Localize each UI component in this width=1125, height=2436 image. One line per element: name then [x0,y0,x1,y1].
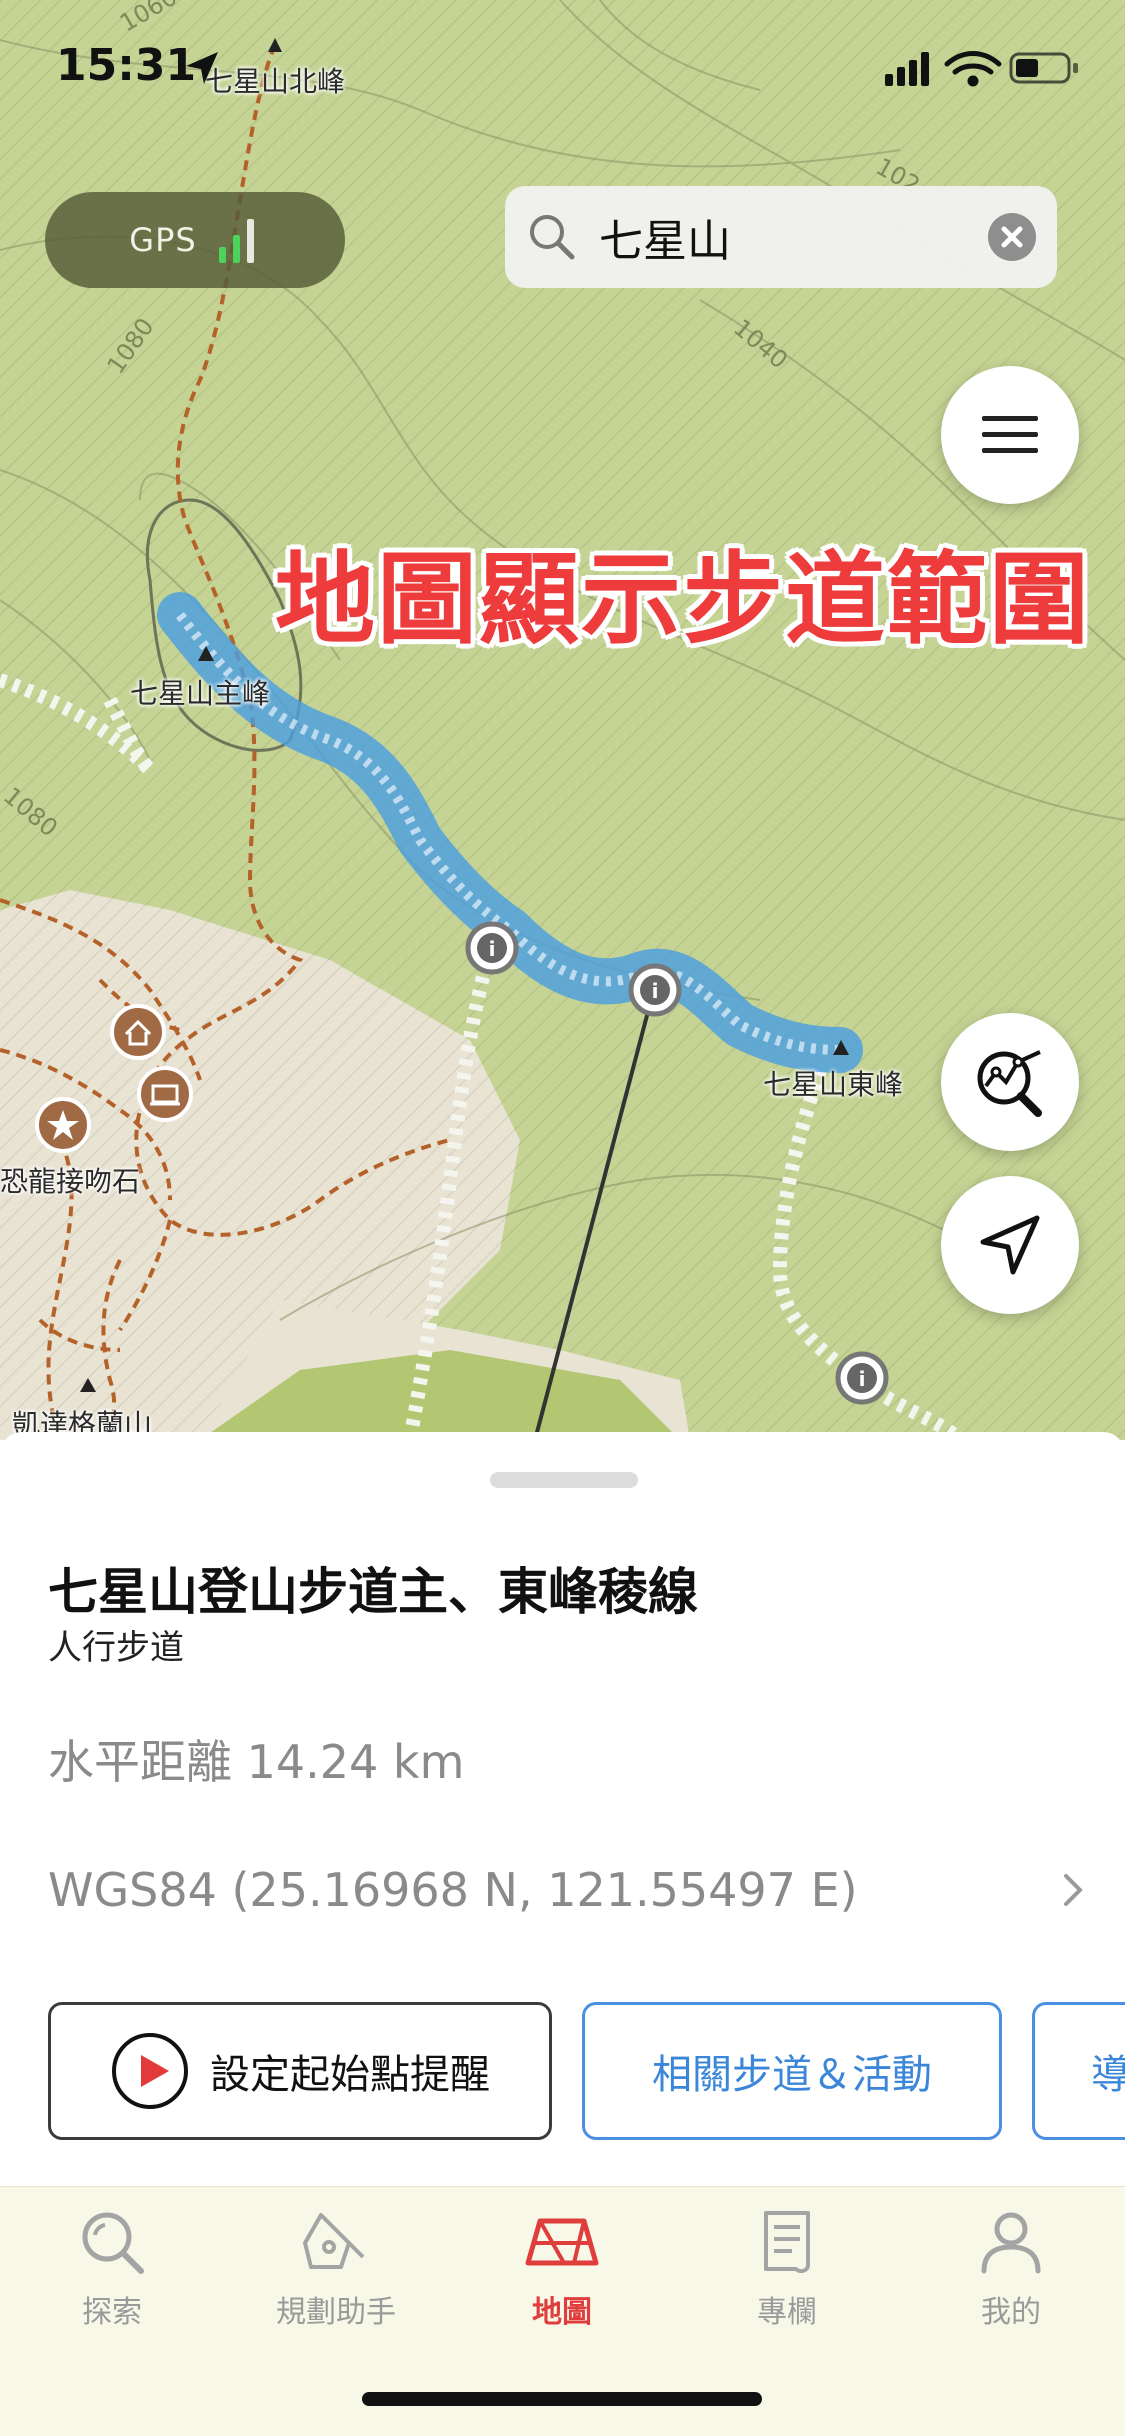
tab-label: 規劃助手 [276,2295,396,2330]
signal-icon [885,52,929,86]
house-poi-icon[interactable] [110,1004,166,1060]
tab-label: 探索 [82,2295,142,2330]
trail-distance: 水平距離 14.24 km [48,1735,465,1789]
info-marker[interactable]: i [628,963,682,1017]
clear-search-icon[interactable] [987,212,1037,262]
trail-detail-sheet: 七星山登山步道主、東峰稜線 人行步道 水平距離 14.24 km WGS84 (… [0,1432,1125,2192]
search-bar[interactable]: 七星山 [505,186,1057,288]
tab-label: 專欄 [757,2295,817,2330]
gps-signal-icon [218,219,254,263]
action-row: 設定起始點提醒 相關步道＆活動 導 [48,2002,1125,2140]
gps-indicator[interactable]: GPS [45,192,345,288]
peak-label: 七星山東峰 [763,1068,904,1101]
svg-text:i: i [489,937,496,961]
tab-label: 地圖 [532,2295,592,2330]
poi-label: 恐龍接吻石 [0,1165,141,1198]
navigate-label: 導 [1091,2052,1125,2098]
menu-button[interactable] [941,366,1079,504]
wifi-icon [944,51,1002,87]
tab-map[interactable]: 地圖 [482,2207,642,2331]
map-icon [525,2218,599,2266]
search-icon [82,2212,144,2274]
locate-button[interactable] [941,1176,1079,1314]
shelter-poi-icon[interactable] [137,1066,193,1122]
trail-type: 人行步道 [48,1628,184,1668]
related-trails-button[interactable]: 相關步道＆活動 [582,2002,1002,2140]
tab-profile[interactable]: 我的 [931,2207,1091,2331]
status-icons [885,51,1078,87]
tab-explore[interactable]: 探索 [32,2207,192,2331]
svg-text:i: i [652,979,659,1003]
pen-icon [303,2213,365,2269]
map-view[interactable]: i i i 七星山北峰 七星山主峰 七星山東峰 凱達格蘭山 恐龍接吻石 1060… [0,0,1125,1440]
battery-icon [1009,52,1078,84]
elevation-search-icon [977,1050,1042,1117]
trail-title: 七星山登山步道主、東峰稜線 [48,1563,698,1621]
info-marker[interactable]: i [465,921,519,975]
location-arrow-icon [186,52,218,84]
tab-planner[interactable]: 規劃助手 [256,2207,416,2331]
scroll-icon [764,2211,810,2274]
navigation-arrow-icon [980,1215,1040,1275]
peak-label: 七星山主峰 [130,677,271,710]
overlay-title: 地圖顯示步道範圍 [275,541,1091,658]
navigate-button[interactable]: 導 [1032,2002,1125,2140]
hamburger-icon [982,416,1038,453]
tab-articles[interactable]: 專欄 [707,2207,867,2331]
play-icon [112,2033,188,2109]
reminder-label: 設定起始點提醒 [210,2052,490,2098]
status-time: 15:31 [56,40,197,91]
peak-label: 七星山北峰 [205,65,346,98]
star-poi-icon[interactable] [35,1097,91,1153]
svg-text:i: i [859,1367,866,1391]
home-indicator[interactable] [362,2392,762,2406]
chevron-right-icon [1064,1874,1083,1906]
info-marker[interactable]: i [835,1351,889,1405]
sheet-grabber[interactable] [490,1472,638,1488]
gps-label: GPS [129,221,197,259]
search-input[interactable]: 七星山 [599,205,987,269]
search-icon [530,215,575,260]
coordinates-row[interactable]: WGS84 (25.16968 N, 121.55497 E) [48,1860,1088,1920]
coordinates-text: WGS84 (25.16968 N, 121.55497 E) [48,1863,858,1917]
related-label: 相關步道＆活動 [652,2052,932,2098]
set-start-reminder-button[interactable]: 設定起始點提醒 [48,2002,552,2140]
user-icon [981,2212,1041,2274]
tab-label: 我的 [981,2295,1041,2330]
elevation-search-button[interactable] [941,1013,1079,1151]
